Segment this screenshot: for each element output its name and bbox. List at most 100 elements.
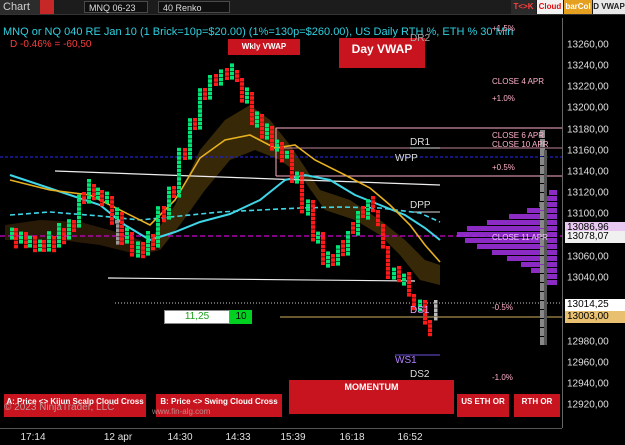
renko-brick <box>47 243 51 248</box>
renko-brick <box>381 224 385 228</box>
renko-brick <box>240 82 244 86</box>
renko-brick <box>156 239 160 244</box>
ws1-label: WS1 <box>395 355 417 366</box>
dvwap-toggle-button[interactable]: D VWAP <box>593 0 625 14</box>
barcol-toggle-button[interactable]: barCol <box>564 0 592 14</box>
renko-brick <box>146 243 150 248</box>
renko-brick <box>188 118 192 122</box>
cloud-toggle-button[interactable]: Cloud <box>537 0 563 14</box>
renko-brick <box>250 108 254 113</box>
renko-brick <box>275 148 279 152</box>
renko-brick <box>290 166 294 171</box>
renko-brick <box>110 221 114 225</box>
renko-brick <box>156 231 160 235</box>
renko-brick <box>245 87 249 91</box>
renko-brick <box>316 235 320 240</box>
renko-brick <box>208 96 212 100</box>
renko-brick <box>407 276 411 280</box>
renko-brick <box>230 63 234 67</box>
instrument-selector[interactable]: MNQ 06-23 <box>84 1 148 13</box>
price-tick-label: 12920,00 <box>567 399 609 411</box>
renko-brick <box>311 237 315 242</box>
renko-brick <box>130 253 134 257</box>
renko-brick <box>24 232 28 236</box>
renko-brick <box>87 195 91 200</box>
window-label: Chart <box>0 0 40 14</box>
renko-brick <box>397 274 401 278</box>
renko-brick <box>52 248 56 253</box>
close-10-apr-label: CLOSE 10 APR <box>492 140 549 149</box>
renko-brick <box>203 92 207 96</box>
renko-brick <box>120 241 124 245</box>
renko-brick <box>47 235 51 239</box>
renko-brick <box>219 73 223 78</box>
renko-brick <box>188 126 192 131</box>
renko-brick <box>151 234 155 238</box>
renko-brick <box>270 126 274 130</box>
time-tick-label: 14:33 <box>225 432 251 443</box>
renko-brick <box>130 236 134 240</box>
renko-brick <box>156 223 160 227</box>
renko-brick <box>386 254 390 258</box>
renko-brick <box>100 190 104 194</box>
renko-brick <box>67 219 71 223</box>
time-axis[interactable]: 17:14 12 apr 14:30 14:33 15:39 16:18 16:52 <box>0 428 562 445</box>
renko-brick <box>146 247 150 252</box>
bars-type-selector[interactable]: 40 Renko <box>158 1 230 13</box>
renko-brick <box>82 196 86 200</box>
renko-brick <box>418 299 422 304</box>
renko-brick-neutral <box>116 232 120 237</box>
renko-brick <box>167 203 171 207</box>
pct-plus-0-5-label: +0.5% <box>492 163 515 172</box>
renko-brick <box>386 275 390 279</box>
price-tick-label: 13140,00 <box>567 166 609 178</box>
renko-brick <box>10 236 14 240</box>
distance-readout: 11,25 <box>164 310 230 324</box>
renko-brick <box>341 252 345 257</box>
renko-brick <box>306 207 310 212</box>
renko-brick <box>77 215 81 220</box>
renko-brick <box>381 245 385 249</box>
renko-brick <box>311 225 315 229</box>
trendline-lower <box>107 277 416 282</box>
price-axis[interactable]: 13260,00 13240,00 13220,00 13200,00 13180,00… <box>562 18 625 428</box>
renko-brick <box>167 199 171 203</box>
renko-brick <box>386 246 390 250</box>
renko-brick <box>290 154 294 158</box>
renko-brick <box>77 198 81 203</box>
renko-brick <box>346 247 350 252</box>
renko-brick <box>361 210 365 214</box>
renko-brick <box>24 240 28 244</box>
renko-brick <box>300 172 304 176</box>
time-tick-label: 16:52 <box>397 432 423 443</box>
renko-brick <box>198 100 202 105</box>
tk-toggle-button[interactable]: T<>K <box>511 0 536 14</box>
renko-brick <box>290 175 294 179</box>
renko-brick <box>120 212 124 216</box>
renko-brick <box>265 131 269 136</box>
renko-brick <box>428 320 432 324</box>
renko-brick <box>219 77 223 82</box>
close-window-button[interactable] <box>40 0 54 14</box>
renko-brick <box>198 96 202 101</box>
renko-brick <box>300 201 304 205</box>
price-box-close: 13003,00 <box>565 311 625 323</box>
renko-brick <box>42 248 46 252</box>
dpp-label: DPP <box>410 200 431 211</box>
renko-brick <box>57 239 61 244</box>
renko-brick <box>100 202 104 207</box>
renko-brick <box>67 227 71 232</box>
renko-brick <box>275 143 279 148</box>
renko-brick <box>198 92 202 96</box>
distance-bricks-readout: 10 <box>230 310 252 324</box>
pct-minus-1-0-label: -1.0% <box>492 373 513 382</box>
renko-brick <box>72 224 76 228</box>
price-plot[interactable] <box>0 18 562 428</box>
renko-brick <box>285 155 289 159</box>
renko-brick <box>52 236 56 240</box>
renko-brick <box>177 194 181 198</box>
renko-brick <box>24 236 28 240</box>
renko-brick <box>381 240 385 245</box>
price-tick-label: 13160,00 <box>567 145 609 157</box>
pct-plus-1-5-label: +1.5% <box>492 24 515 33</box>
